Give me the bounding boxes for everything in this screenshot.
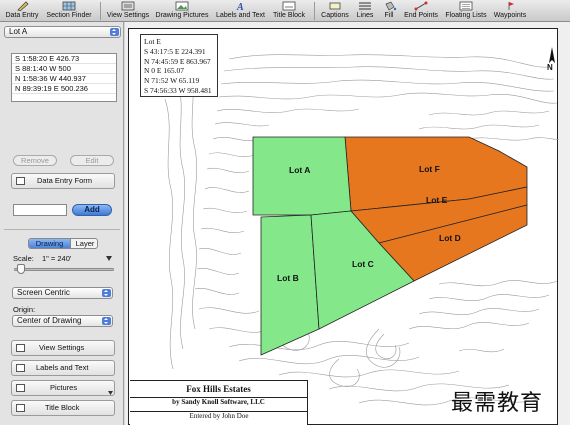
- svg-text:A: A: [236, 2, 244, 11]
- legal-box-line: S 43:17:5 E 224.391: [144, 46, 206, 56]
- origin-label: Origin:: [13, 305, 36, 314]
- fill-bucket-icon: [385, 1, 397, 11]
- view-settings-icon: [16, 344, 25, 352]
- scale-slider-knob[interactable]: [17, 264, 25, 274]
- tab-drawing[interactable]: Drawing: [29, 239, 70, 248]
- title-block[interactable]: Fox Hills Estates by Sandy Knoll Softwar…: [130, 380, 308, 425]
- north-label: N: [547, 63, 553, 72]
- map-grid-icon: [62, 1, 76, 11]
- title-block-title: Fox Hills Estates: [186, 384, 251, 394]
- legal-box-line: N 74:45:59 E 863.967: [144, 56, 211, 66]
- list-item[interactable]: N 1:58:36 W 440.937: [12, 74, 116, 84]
- form-icon: [16, 177, 25, 185]
- divider: [4, 229, 120, 230]
- select-arrows-icon: [110, 28, 119, 36]
- list-item[interactable]: S 88:1:40 W 500: [12, 64, 116, 74]
- legal-box-title: Lot E: [144, 37, 161, 46]
- calls-list[interactable]: S 1:58:20 E 426.73 S 88:1:40 W 500 N 1:5…: [11, 53, 117, 102]
- data-entry-button[interactable]: Data Entry: [2, 0, 42, 22]
- title-block-label: Title Block: [45, 403, 80, 412]
- data-entry-form-button[interactable]: Data Entry Form: [11, 173, 115, 189]
- pictures-label: Pictures: [50, 383, 78, 392]
- lot-select[interactable]: Lot A: [4, 26, 121, 38]
- caption-icon: [329, 2, 341, 10]
- add-button[interactable]: Add: [72, 204, 112, 216]
- chevron-down-icon[interactable]: [106, 256, 112, 261]
- lot-c-label: Lot C: [352, 259, 374, 269]
- lot-select-value: Lot A: [9, 27, 28, 36]
- labels-and-text-button[interactable]: A Labels and Text: [213, 0, 268, 22]
- lot-e-label: Lot E: [426, 195, 448, 205]
- section-finder-button[interactable]: Section Finder: [43, 0, 95, 22]
- view-settings-button[interactable]: View Settings: [105, 0, 151, 22]
- pencil-icon: [17, 1, 29, 11]
- centric-select-value: Screen Centric: [17, 288, 70, 297]
- lot-d-label: Lot D: [439, 233, 461, 243]
- main-toolbar: Data Entry Section Finder View Settings …: [0, 0, 570, 22]
- chevron-down-icon: [108, 391, 113, 395]
- view-settings-panel-button[interactable]: View Settings: [11, 340, 115, 356]
- fill-button[interactable]: Fill: [380, 0, 398, 22]
- lot-b-label: Lot B: [277, 273, 299, 283]
- lot-a-label: Lot A: [289, 165, 310, 175]
- list-item[interactable]: N 89:39:19 E 500.236: [12, 84, 116, 94]
- legal-box-line: N 0 E 165.07: [144, 66, 184, 76]
- watermark-text: 最需教育: [451, 391, 544, 416]
- title-block-icon: [16, 404, 25, 412]
- title-block-entered-by: Entered by John Doe: [189, 412, 249, 420]
- scale-slider[interactable]: [14, 268, 114, 271]
- left-sidebar: Lot A S 1:58:20 E 426.73 S 88:1:40 W 500…: [0, 22, 124, 425]
- drawing-pictures-button[interactable]: Drawing Pictures: [153, 0, 211, 22]
- tab-layer[interactable]: Layer: [70, 239, 97, 248]
- settings-window-icon: [121, 1, 135, 11]
- drawing-layer-tabs: Drawing Layer: [28, 238, 98, 249]
- view-settings-label: View Settings: [39, 343, 85, 352]
- select-arrows-icon: [102, 317, 111, 325]
- scale-label: Scale:: [13, 254, 34, 263]
- add-value-input[interactable]: [13, 204, 67, 216]
- legal-box-line: N 71:52 W 65.119: [144, 76, 200, 86]
- drawing-page[interactable]: Lot A Lot B Lot C Lot D Lot E Lot F Lot …: [128, 28, 559, 425]
- divider: [130, 397, 308, 398]
- remove-button[interactable]: Remove: [13, 155, 57, 166]
- labels-text-panel-button[interactable]: Labels and Text: [11, 360, 115, 376]
- lot-a-parcel[interactable]: [252, 136, 352, 216]
- lot-f-label: Lot F: [419, 164, 440, 174]
- captions-button[interactable]: Captions: [318, 0, 352, 22]
- end-points-icon: [414, 1, 428, 11]
- lot-b-parcel[interactable]: [260, 214, 320, 356]
- pictures-panel-button[interactable]: Pictures: [11, 380, 115, 396]
- lines-icon: [359, 2, 371, 10]
- picture-icon: [175, 1, 189, 11]
- end-points-button[interactable]: End Points: [402, 0, 440, 22]
- scale-value: 1" = 240': [42, 254, 72, 263]
- legal-box-line: S 74:56:33 W 958.481: [144, 85, 212, 95]
- title-block-panel-button[interactable]: Title Block: [11, 400, 115, 416]
- floating-lists-button[interactable]: Floating Lists: [443, 0, 489, 22]
- toolbar-separator: [100, 2, 101, 20]
- edit-button[interactable]: Edit: [70, 155, 114, 166]
- drawing-canvas[interactable]: Lot A Lot B Lot C Lot D Lot E Lot F Lot …: [125, 22, 570, 425]
- select-arrows-icon: [102, 289, 111, 297]
- origin-select-value: Center of Drawing: [17, 316, 82, 325]
- title-block-subtitle: by Sandy Knoll Software, LLC: [172, 398, 265, 406]
- labels-icon: [16, 364, 25, 372]
- legal-description-box[interactable]: Lot E S 43:17:5 E 224.391 N 74:45:59 E 8…: [140, 34, 218, 97]
- pictures-icon: [16, 384, 25, 392]
- waypoint-flag-icon: [508, 2, 514, 10]
- toolbar-separator: [314, 2, 315, 20]
- list-icon: [459, 1, 473, 11]
- lines-button[interactable]: Lines: [354, 0, 376, 22]
- text-a-icon: A: [236, 2, 244, 11]
- waypoints-button[interactable]: Waypoints: [491, 0, 529, 22]
- labels-text-label: Labels and Text: [36, 363, 89, 372]
- data-entry-form-label: Data Entry Form: [37, 176, 93, 185]
- title-block-icon: [282, 1, 296, 11]
- title-block-button[interactable]: Title Block: [270, 0, 308, 22]
- list-item[interactable]: S 1:58:20 E 426.73: [12, 54, 116, 64]
- origin-select[interactable]: Center of Drawing: [12, 315, 113, 327]
- centric-select[interactable]: Screen Centric: [12, 287, 113, 299]
